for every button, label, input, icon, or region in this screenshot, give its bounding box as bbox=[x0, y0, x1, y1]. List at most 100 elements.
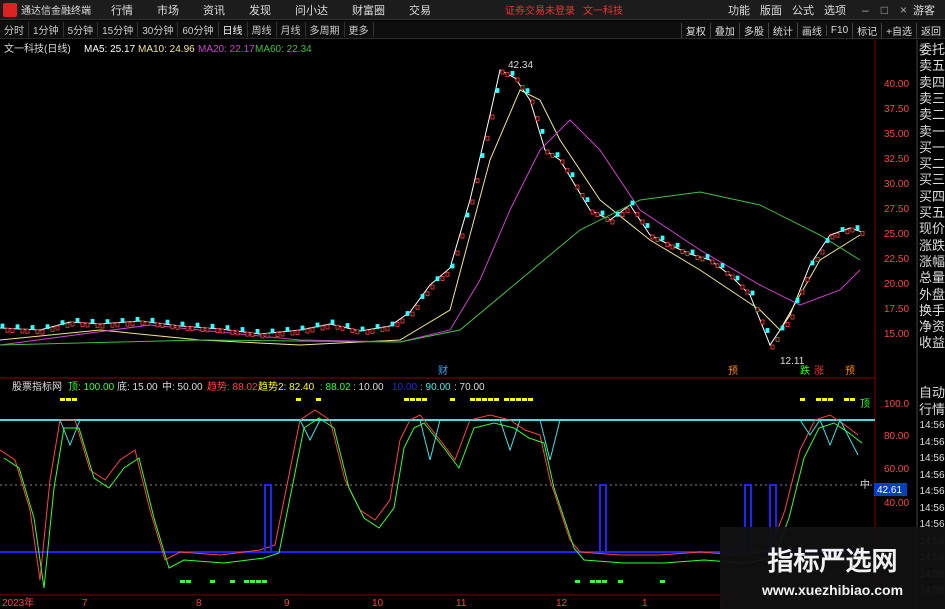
sidebar-lower-6[interactable]: 14:56 bbox=[919, 484, 945, 501]
svg-text:30.00: 30.00 bbox=[884, 179, 909, 190]
period-multi[interactable]: 多周期 bbox=[306, 22, 345, 37]
svg-text:100.0: 100.0 bbox=[884, 399, 909, 410]
close-icon[interactable]: × bbox=[900, 3, 907, 17]
period-15min[interactable]: 15分钟 bbox=[98, 22, 139, 37]
period-1min[interactable]: 1分钟 bbox=[29, 22, 64, 37]
period-tick[interactable]: 分时 bbox=[0, 22, 29, 37]
mark-button[interactable]: 标记 bbox=[852, 22, 881, 38]
app-logo-icon bbox=[3, 2, 17, 17]
svg-text:80.00: 80.00 bbox=[884, 431, 909, 442]
period-weekly[interactable]: 周线 bbox=[248, 22, 277, 37]
ind-v90: : 90.00 bbox=[420, 382, 451, 393]
menu-options[interactable]: 选项 bbox=[824, 2, 846, 18]
title-bar: 通达信金融终端 行情 市场 资讯 发现 问小达 财富圈 交易 证券交易未登录 文… bbox=[0, 0, 945, 20]
draw-button[interactable]: 画线 bbox=[796, 22, 826, 38]
ind-v10: : 10.00 bbox=[353, 382, 384, 393]
watermark-title: 指标严选网 bbox=[767, 547, 898, 577]
svg-text:8: 8 bbox=[196, 598, 202, 609]
menu-discover[interactable]: 发现 bbox=[249, 2, 271, 18]
sidebar-lower-1[interactable]: 行情 bbox=[919, 402, 945, 419]
svg-text:22.50: 22.50 bbox=[884, 254, 909, 265]
price-high-label: 42.34 bbox=[508, 60, 533, 71]
sidebar-item-12[interactable]: 涨跌 bbox=[919, 238, 945, 255]
sidebar-item-13[interactable]: 涨幅 bbox=[919, 254, 945, 271]
sidebar-lower-7[interactable]: 14:56 bbox=[919, 501, 945, 518]
sidebar-item-1[interactable]: 卖五 bbox=[919, 58, 945, 75]
sidebar-lower-0[interactable]: 自动 bbox=[919, 385, 945, 402]
add-watchlist-button[interactable]: +自选 bbox=[881, 22, 916, 38]
date-axis: 2023年 7 8 9 10 11 12 1 2 bbox=[2, 596, 726, 609]
sidebar-item-10[interactable]: 买五 bbox=[919, 205, 945, 222]
overlay-button[interactable]: 叠加 bbox=[709, 22, 739, 38]
ma20-label: MA20: 22.17 bbox=[198, 44, 255, 55]
menu-trade[interactable]: 交易 bbox=[409, 2, 431, 18]
guest-label[interactable]: 游客 bbox=[913, 2, 935, 18]
sidebar-lower-4[interactable]: 14:56 bbox=[919, 451, 945, 468]
ma60-label: MA60: 22.34 bbox=[255, 44, 312, 55]
sidebar-lower-3[interactable]: 14:56 bbox=[919, 435, 945, 452]
period-toolbar: 分时 1分钟 5分钟 15分钟 30分钟 60分钟 日线 周线 月线 多周期 更… bbox=[0, 21, 945, 39]
sidebar-item-2[interactable]: 卖四 bbox=[919, 75, 945, 92]
marker-finance: 财 bbox=[438, 364, 448, 377]
menu-quotes[interactable]: 行情 bbox=[111, 2, 133, 18]
sidebar-lower-2[interactable]: 14:56 bbox=[919, 418, 945, 435]
price-lines bbox=[0, 69, 863, 347]
back-button[interactable]: 返回 bbox=[916, 22, 945, 38]
menu-function[interactable]: 功能 bbox=[728, 2, 750, 18]
sidebar-item-9[interactable]: 买四 bbox=[919, 189, 945, 206]
ind-v70: : 70.00 bbox=[454, 382, 485, 393]
trade-status[interactable]: 证券交易未登录 bbox=[505, 2, 575, 17]
ind-current-value: 42.61 bbox=[877, 485, 902, 496]
svg-text:37.50: 37.50 bbox=[884, 104, 909, 115]
sidebar-item-8[interactable]: 买三 bbox=[919, 172, 945, 189]
sidebar-item-18[interactable]: 收益 bbox=[919, 335, 945, 352]
menu-news[interactable]: 资讯 bbox=[203, 2, 225, 18]
chart-area[interactable]: 文一科技(日线) MA5: 25.17 MA10: 24.96 MA20: 22… bbox=[0, 40, 945, 609]
svg-text:10: 10 bbox=[372, 598, 384, 609]
menu-layout[interactable]: 版面 bbox=[760, 2, 782, 18]
sidebar-item-0[interactable]: 委托 bbox=[919, 42, 945, 59]
svg-text:1: 1 bbox=[642, 598, 648, 609]
svg-text:60.00: 60.00 bbox=[884, 464, 909, 475]
sidebar-item-4[interactable]: 卖二 bbox=[919, 107, 945, 124]
period-5min[interactable]: 5分钟 bbox=[64, 22, 99, 37]
svg-text:12: 12 bbox=[556, 598, 568, 609]
period-monthly[interactable]: 月线 bbox=[277, 22, 306, 37]
period-daily[interactable]: 日线 bbox=[219, 22, 248, 37]
price-stock-label: 文一科技(日线) bbox=[4, 42, 71, 55]
svg-text:25.00: 25.00 bbox=[884, 229, 909, 240]
sidebar-item-15[interactable]: 外盘 bbox=[919, 287, 945, 304]
sidebar-item-6[interactable]: 买一 bbox=[919, 140, 945, 157]
sidebar-item-14[interactable]: 总量 bbox=[919, 270, 945, 287]
sidebar-item-7[interactable]: 买二 bbox=[919, 156, 945, 173]
svg-text:7: 7 bbox=[82, 598, 88, 609]
ind-trend2: 趋势2: 82.40 bbox=[258, 380, 315, 393]
menu-wealth[interactable]: 财富圈 bbox=[352, 2, 385, 18]
sidebar-item-3[interactable]: 卖三 bbox=[919, 91, 945, 108]
period-60min[interactable]: 60分钟 bbox=[178, 22, 219, 37]
menu-ask[interactable]: 问小达 bbox=[295, 2, 328, 18]
period-30min[interactable]: 30分钟 bbox=[138, 22, 179, 37]
ind-top-mark: 顶 bbox=[860, 398, 870, 410]
menu-market[interactable]: 市场 bbox=[157, 2, 179, 18]
svg-text:20.00: 20.00 bbox=[884, 279, 909, 290]
period-more[interactable]: 更多 bbox=[345, 22, 374, 37]
menu-formula[interactable]: 公式 bbox=[792, 2, 814, 18]
adjust-button[interactable]: 复权 bbox=[680, 22, 710, 38]
f10-button[interactable]: F10 bbox=[825, 24, 852, 36]
indicator-name: 股票指标网 bbox=[12, 380, 62, 393]
watermark-url: www.xuezhibiao.com bbox=[761, 582, 904, 598]
minimize-icon[interactable]: – bbox=[862, 3, 869, 17]
sidebar-item-16[interactable]: 换手 bbox=[919, 303, 945, 320]
sidebar-lower-5[interactable]: 14:56 bbox=[919, 468, 945, 485]
kline-svg[interactable]: 文一科技(日线) MA5: 25.17 MA10: 24.96 MA20: 22… bbox=[0, 40, 945, 609]
sidebar-item-11[interactable]: 现价 bbox=[919, 221, 945, 238]
svg-text:40.00: 40.00 bbox=[884, 498, 909, 509]
maximize-icon[interactable]: □ bbox=[881, 3, 888, 17]
stats-button[interactable]: 统计 bbox=[767, 22, 797, 38]
multi-stock-button[interactable]: 多股 bbox=[738, 22, 768, 38]
sidebar-item-17[interactable]: 净资 bbox=[919, 319, 945, 336]
marker-up: 涨 bbox=[814, 365, 824, 377]
sidebar-item-5[interactable]: 卖一 bbox=[919, 124, 945, 141]
ind-v10b: 10.00 bbox=[392, 382, 417, 393]
